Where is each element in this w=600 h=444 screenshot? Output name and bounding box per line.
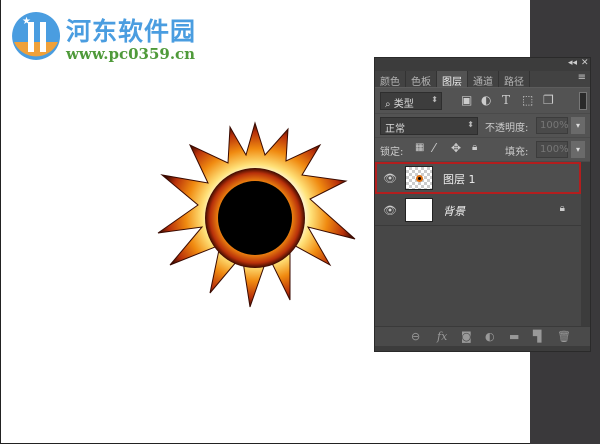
close-panel-button[interactable]: ✕ [581,58,589,68]
add-mask-icon[interactable]: ◙ [461,330,472,343]
shape-filter-icon[interactable]: ⬚ [522,93,533,107]
tab-swatches[interactable]: 色板 [406,71,437,88]
fill-label: 填充: [505,147,529,158]
layer-name[interactable]: 背景 [443,203,465,219]
flaming-sun-artwork [157,121,356,308]
layer-thumbnail [405,166,433,190]
lock-icon: 🔒︎ [559,203,565,214]
chevron-updown-icon: ⬍ [467,120,474,129]
watermark-logo-icon: ★ [12,12,61,60]
fx-icon[interactable]: fx [437,330,447,343]
opacity-input[interactable]: 100% [536,117,569,134]
collapse-panel-button[interactable]: ◂◂ [568,58,577,68]
panel-tabs: 颜色 色板 图层 通道 路径 ≡ [375,71,590,88]
lock-all-icon[interactable]: 🔒︎ [472,142,477,153]
panel-menu-icon[interactable]: ≡ [578,72,586,83]
panel-title-bar[interactable]: ◂◂ ✕ [375,58,590,71]
opacity-dropdown-button[interactable]: ▾ [571,117,585,134]
new-layer-icon[interactable]: ▜ [533,330,541,343]
layers-list: 👁︎ 图层 1 👁︎ 背景 🔒︎ [375,162,581,326]
lock-label: 锁定: [380,147,404,158]
tab-layers[interactable]: 图层 [437,71,468,88]
layers-scrollbar[interactable] [581,162,590,326]
layer-row-background[interactable]: 👁︎ 背景 🔒︎ [375,194,581,226]
blend-mode-value: 正常 [385,124,405,135]
filter-toggle[interactable] [579,92,587,110]
layers-panel: ◂◂ ✕ 颜色 色板 图层 通道 路径 ≡ ⌕ 类型 ⬍ ▣ ◐ T ⬚ ❐ 正常… [374,57,591,352]
eye-icon[interactable]: 👁︎ [383,204,397,217]
chevron-updown-icon: ⬍ [431,95,438,104]
blend-mode-select[interactable]: 正常 ⬍ [380,117,478,135]
adjustment-layer-icon[interactable]: ◐ [485,330,495,343]
new-group-folder-icon[interactable]: ▬ [509,330,519,343]
layer-row-layer-1[interactable]: 👁︎ 图层 1 [375,162,581,194]
pixel-filter-icon[interactable]: ▣ [461,93,472,107]
tab-paths[interactable]: 路径 [499,71,530,88]
delete-layer-trash-icon[interactable]: 🗑︎ [557,330,571,343]
adjustment-filter-icon[interactable]: ◐ [481,93,491,107]
filter-kind-label: 类型 [393,99,414,110]
filter-kind-select[interactable]: ⌕ 类型 ⬍ [380,92,442,110]
lock-row: 锁定: ▦ ⁄ ✥ 🔒︎ 填充: 100% ▾ [375,138,590,162]
fill-dropdown-button[interactable]: ▾ [571,141,585,158]
type-filter-icon[interactable]: T [502,93,510,107]
lock-position-move-icon[interactable]: ✥ [451,141,461,155]
tab-channels[interactable]: 通道 [468,71,499,88]
panel-resize-grip[interactable] [375,346,590,351]
blend-row: 正常 ⬍ 不透明度: 100% ▾ [375,114,590,138]
opacity-label: 不透明度: [485,123,529,134]
tab-color[interactable]: 颜色 [375,71,406,88]
layer-name[interactable]: 图层 1 [443,171,476,187]
search-icon: ⌕ [385,99,394,110]
smart-object-filter-icon[interactable]: ❐ [543,93,554,107]
fill-input[interactable]: 100% [536,141,569,158]
eye-icon[interactable]: 👁︎ [383,172,397,185]
watermark-title: 河东软件园 [66,17,197,46]
layer-thumbnail [405,198,433,222]
lock-image-brush-icon[interactable]: ⁄ [433,141,435,155]
watermark-url: www.pc0359.cn [66,45,196,63]
link-layers-icon[interactable]: ⊖ [411,330,420,343]
lock-transparent-icon[interactable]: ▦ [415,142,424,153]
svg-text:★: ★ [22,16,31,27]
filter-row: ⌕ 类型 ⬍ ▣ ◐ T ⬚ ❐ [375,88,590,114]
panel-footer-toolbar: ⊖ fx ◙ ◐ ▬ ▜ 🗑︎ [375,326,590,346]
